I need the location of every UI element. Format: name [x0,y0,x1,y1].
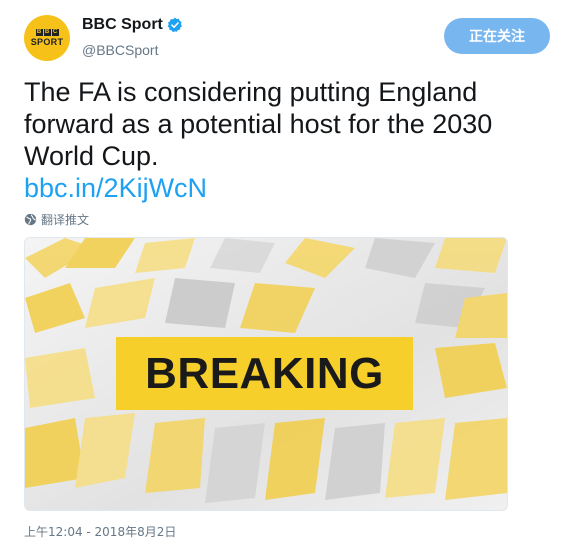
bbc-logo-letter: B [43,29,51,36]
globe-icon [24,213,37,226]
translate-tweet-button[interactable]: 翻译推文 [24,211,89,228]
translate-label: 翻译推文 [41,213,90,227]
media-image[interactable]: BREAKING [24,237,508,511]
tweet-text: The FA is considering putting England fo… [24,77,493,171]
breaking-banner: BREAKING [116,337,413,410]
name-row: BBC Sport [82,16,183,34]
avatar-sport-label: SPORT [30,37,64,47]
display-name[interactable]: BBC Sport [82,16,163,34]
verified-badge-icon [167,17,182,33]
bbc-logo-letter: B [35,29,43,36]
bbc-logo: B B C [35,29,59,36]
avatar[interactable]: B B C SPORT [24,15,70,61]
tweet-timestamp[interactable]: 上午12:04 - 2018年8月2日 [24,523,176,540]
tweet-link[interactable]: bbc.in/2KijWcN [24,172,207,204]
following-button[interactable]: 正在关注 [444,18,550,54]
breaking-banner-text: BREAKING [145,348,384,398]
account-handle[interactable]: @BBCSport [82,42,158,58]
bbc-logo-letter: C [51,29,59,36]
